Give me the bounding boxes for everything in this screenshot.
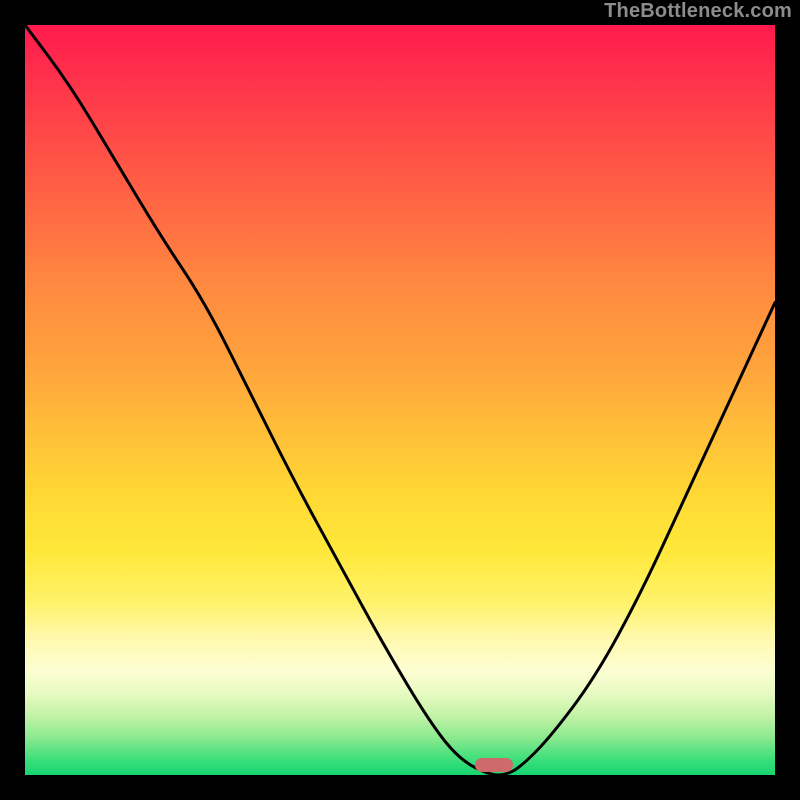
chart-frame: TheBottleneck.com — [0, 0, 800, 800]
watermark-text: TheBottleneck.com — [604, 0, 792, 23]
optimum-marker — [475, 758, 513, 772]
bottleneck-curve — [25, 25, 775, 775]
plot-area — [25, 25, 775, 775]
